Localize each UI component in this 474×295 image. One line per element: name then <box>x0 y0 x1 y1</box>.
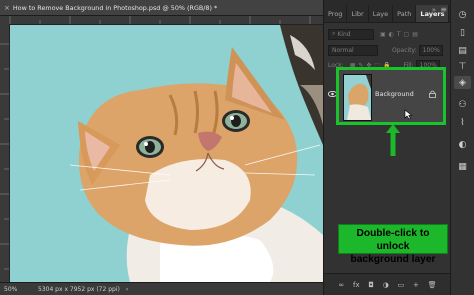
instruction-callout: Double-click to unlock background layer <box>338 224 448 265</box>
panel-tab-bar: Prog Libr Laye Path Layers » ≡ <box>324 0 450 23</box>
document-dimensions: 5304 px x 7952 px (72 ppi) <box>38 285 120 293</box>
adjustments-icon[interactable]: ◐ <box>454 138 471 151</box>
layer-name[interactable]: Background <box>375 90 414 98</box>
layers-panel: Prog Libr Laye Path Layers » ≡ ⌕ Kind ▣◐… <box>323 0 451 295</box>
new-layer-icon[interactable]: + <box>413 281 419 289</box>
tab-properties[interactable]: Prog <box>324 5 348 22</box>
layer-style-icon[interactable]: fx <box>353 281 360 289</box>
layers-stack-icon[interactable]: ◈ <box>454 76 471 89</box>
layers-list: Background Double-click to unlock backgr… <box>324 67 451 272</box>
document-tab[interactable]: × How to Remove Background in Photoshop.… <box>0 0 323 16</box>
opacity-field[interactable]: 100% <box>418 44 443 56</box>
blend-mode-value: Normal <box>332 46 354 54</box>
status-bar: 50% 5304 px x 7952 px (72 ppi) › <box>0 282 323 295</box>
add-mask-icon[interactable]: ◘ <box>368 281 374 289</box>
layers-footer-toolbar: ∞ fx ◘ ◑ ▭ + 🗑 <box>324 273 451 295</box>
document-icon[interactable]: ▯ <box>454 26 471 39</box>
vertical-ruler[interactable] <box>0 24 10 282</box>
adjustment-layer-icon[interactable]: ◑ <box>383 281 389 289</box>
layer-filter-row: ⌕ Kind ▣◐T▢▤ <box>324 26 450 42</box>
blend-mode-select[interactable]: Normal <box>328 44 378 56</box>
panel-menu-icon[interactable]: ≡ <box>440 5 447 14</box>
status-menu-arrow-icon[interactable]: › <box>126 286 128 293</box>
close-tab-icon[interactable]: × <box>4 4 10 12</box>
filter-icons[interactable]: ▣◐T▢▤ <box>380 31 421 38</box>
mouse-cursor-icon <box>404 105 413 124</box>
callout-line-1: Double-click to unlock <box>356 228 430 252</box>
tab-libraries[interactable]: Libr <box>347 5 369 22</box>
layer-lock-icon[interactable] <box>429 90 436 100</box>
kitten-photo <box>69 25 323 282</box>
tab-paths[interactable]: Path <box>393 5 417 22</box>
layer-row-background[interactable]: Background <box>324 67 451 126</box>
layer-thumbnail[interactable] <box>343 74 372 121</box>
filter-kind-select[interactable]: ⌕ Kind <box>328 28 374 40</box>
new-group-icon[interactable]: ▭ <box>398 281 405 289</box>
history-icon[interactable]: ◷ <box>454 8 471 21</box>
search-icon: ⌕ <box>332 30 336 37</box>
zoom-level[interactable]: 50% <box>4 286 38 293</box>
document-canvas[interactable] <box>10 25 323 282</box>
text-icon[interactable]: ⊤ <box>454 60 471 73</box>
opacity-label: Opacity: <box>392 46 417 54</box>
tab-layer-comps[interactable]: Laye <box>369 5 394 22</box>
link-layers-icon[interactable]: ∞ <box>338 281 344 289</box>
channels-icon[interactable]: ⚇ <box>454 98 471 111</box>
filter-kind-value: Kind <box>337 30 351 38</box>
horizontal-ruler[interactable] <box>0 16 323 25</box>
collapse-panel-icon[interactable]: » <box>432 6 436 14</box>
document-title: How to Remove Background in Photoshop.ps… <box>12 3 218 12</box>
opacity-value: 100% <box>422 46 440 54</box>
callout-arrow-icon <box>386 124 400 156</box>
delete-layer-icon[interactable]: 🗑 <box>428 281 437 289</box>
paths-icon[interactable]: ⌇ <box>454 116 471 129</box>
swatches-icon[interactable]: ▤ <box>454 44 471 57</box>
callout-line-2: background layer <box>350 254 436 265</box>
grid-icon[interactable]: ▦ <box>454 160 471 173</box>
panel-icon-strip: ◷ ▯ ▤ ⊤ ◈ ⚇ ⌇ ◐ ▦ <box>450 0 474 295</box>
blend-row: Normal Opacity: 100% <box>324 42 450 58</box>
